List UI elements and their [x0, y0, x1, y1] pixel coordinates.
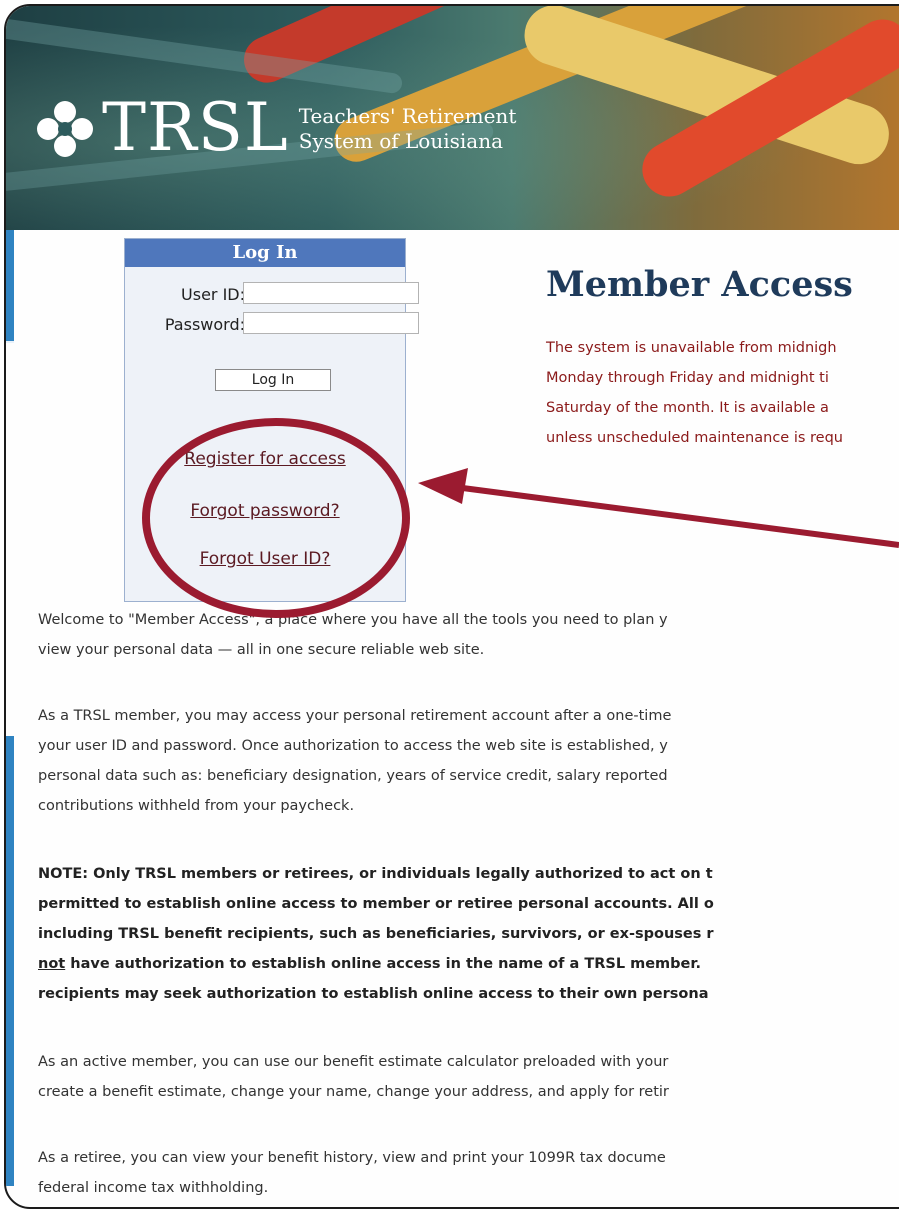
- availability-notice-line: Monday through Friday and midnight ti: [546, 370, 829, 386]
- org-name-line1: Teachers' Retirement: [298, 104, 517, 128]
- active-member-text-line: create a benefit estimate, change your n…: [38, 1084, 669, 1100]
- note-emphasis-rest: have authorization to establish online a…: [65, 956, 701, 972]
- note-text-line: recipients may seek authorization to est…: [38, 986, 709, 1002]
- member-text-line: contributions withheld from your paychec…: [38, 798, 355, 814]
- page-frame: TRSL Teachers' Retirement System of Loui…: [4, 4, 899, 1209]
- trsl-logo[interactable]: TRSL Teachers' Retirement System of Loui…: [34, 89, 517, 166]
- user-id-input[interactable]: [243, 282, 419, 304]
- page-title: Member Access: [546, 264, 853, 305]
- org-name: Teachers' Retirement System of Louisiana: [299, 104, 517, 154]
- callout-ring: [142, 418, 410, 618]
- note-emphasis-not: not: [38, 956, 66, 972]
- login-button[interactable]: Log In: [215, 369, 331, 391]
- welcome-text-line: view your personal data — all in one sec…: [38, 642, 485, 658]
- availability-notice-line: The system is unavailable from midnigh: [546, 340, 837, 356]
- trsl-logo-icon: [37, 101, 93, 157]
- member-text-line: your user ID and password. Once authoriz…: [38, 738, 668, 754]
- retiree-text-line: federal income tax withholding.: [38, 1180, 269, 1196]
- password-row: Password:: [125, 312, 419, 338]
- note-text-line: including TRSL benefit recipients, such …: [38, 926, 714, 942]
- user-id-label: User ID:: [181, 285, 245, 304]
- side-accent-bottom: [6, 736, 14, 1186]
- welcome-text-line: Welcome to "Member Access", a place wher…: [38, 612, 668, 628]
- side-divider: [6, 341, 14, 343]
- password-input[interactable]: [243, 312, 419, 334]
- header-banner: TRSL Teachers' Retirement System of Loui…: [6, 6, 899, 230]
- note-text-line-emphasis: not have authorization to establish onli…: [38, 954, 899, 974]
- org-name-line2: System of Louisiana: [298, 129, 504, 153]
- note-text-line: NOTE: Only TRSL members or retirees, or …: [38, 866, 713, 882]
- active-member-text-line: As an active member, you can use our ben…: [38, 1054, 669, 1070]
- availability-notice-line: unless unscheduled maintenance is requ: [546, 430, 843, 446]
- note-text-line: permitted to establish online access to …: [38, 896, 714, 912]
- availability-notice-line: Saturday of the month. It is available a: [546, 400, 829, 416]
- member-text-line: As a TRSL member, you may access your pe…: [38, 708, 672, 724]
- retiree-text-line: As a retiree, you can view your benefit …: [38, 1150, 666, 1166]
- logo-wordmark: TRSL: [102, 89, 289, 166]
- member-text-line: personal data such as: beneficiary desig…: [38, 768, 668, 784]
- user-id-row: User ID:: [125, 282, 419, 308]
- password-label: Password:: [164, 315, 245, 334]
- login-title: Log In: [125, 239, 405, 267]
